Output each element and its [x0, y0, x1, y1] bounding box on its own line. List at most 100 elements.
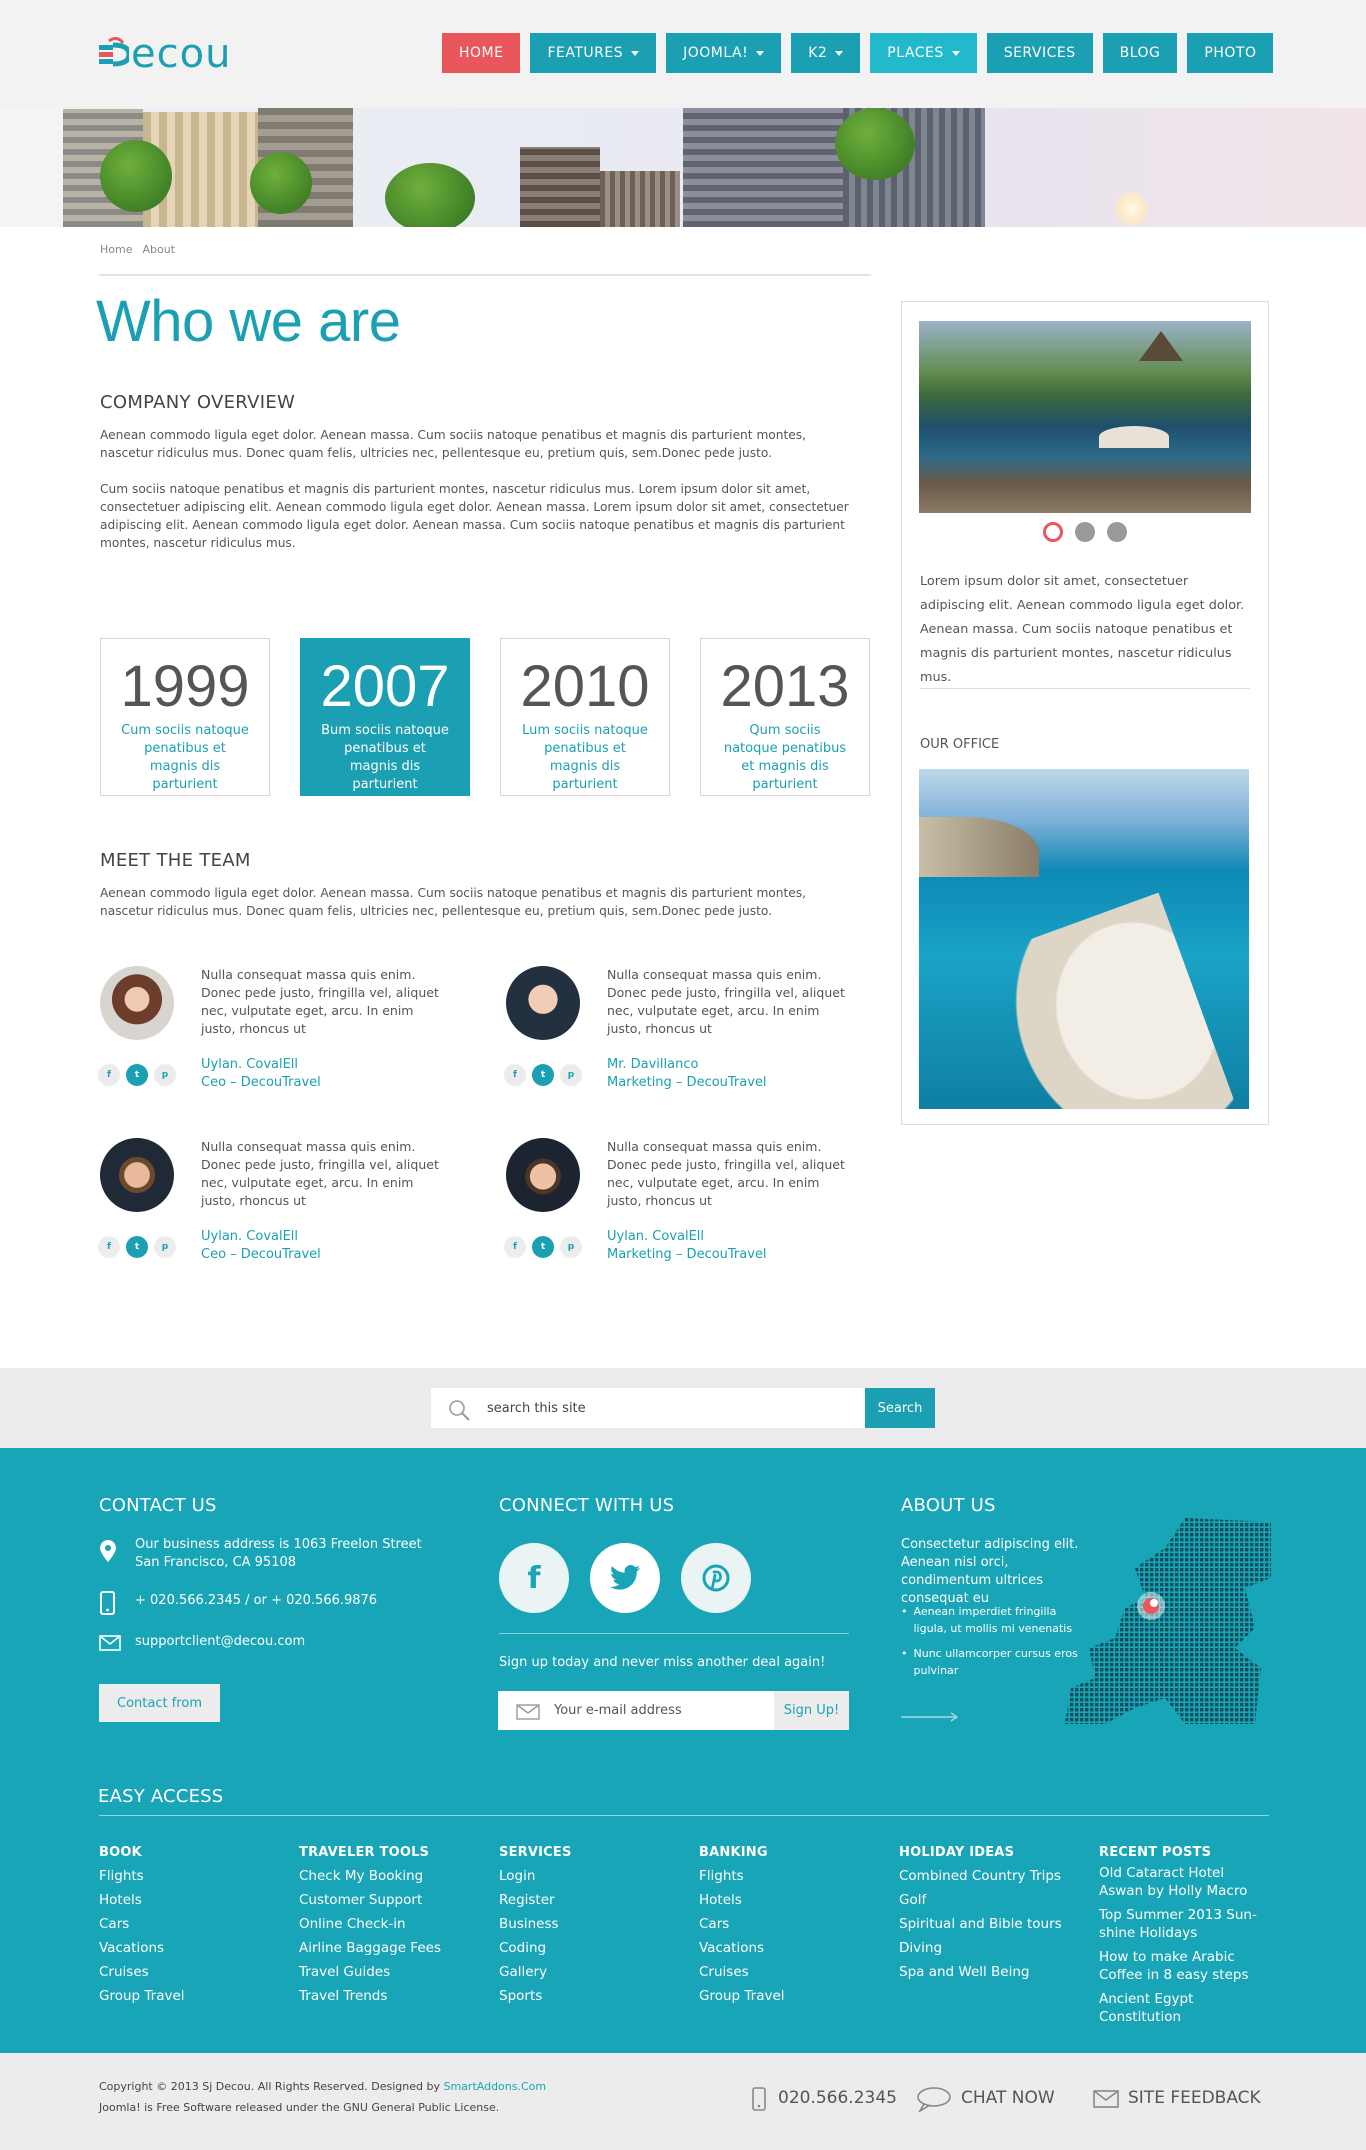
facebook-icon[interactable]: f: [504, 1236, 526, 1258]
easy-access-link[interactable]: Register: [499, 1888, 689, 1912]
easy-access-link[interactable]: Golf: [899, 1888, 1089, 1912]
team-member-avatar: [506, 966, 580, 1040]
easy-access-link[interactable]: Travel Guides: [299, 1960, 489, 1984]
logo-text: ecou: [131, 31, 232, 77]
office-image: [919, 769, 1249, 1109]
team-member-bio: Nulla consequat massa quis enim. Donec p…: [607, 1139, 845, 1208]
team-member-name[interactable]: Uylan. CovalEll: [201, 1056, 298, 1074]
site-logo[interactable]: ecou: [99, 30, 231, 78]
slider-dot[interactable]: [1075, 522, 1095, 542]
easy-access-link[interactable]: Old Cataract Hotel Aswan by Holly Macro: [1099, 1864, 1271, 1900]
easy-access-column: TRAVELER TOOLS Check My Booking Customer S…: [299, 1845, 489, 2008]
nav-item-features[interactable]: FEATURES: [530, 33, 657, 73]
search-button[interactable]: Search: [865, 1388, 935, 1428]
pinterest-icon[interactable]: p: [154, 1236, 176, 1258]
easy-access-link[interactable]: Business: [499, 1912, 689, 1936]
contact-phone: + 020.566.2345 / or + 020.566.9876: [135, 1593, 378, 1608]
easy-access-link[interactable]: Ancient Egypt Constitution: [1099, 1990, 1271, 2026]
easy-access-link[interactable]: Login: [499, 1864, 689, 1888]
easy-access-column-title: HOLIDAY IDEAS: [899, 1845, 1015, 1860]
milestone-text: Cum sociis natoque penatibus et magnis d…: [121, 723, 249, 792]
easy-access-link[interactable]: Customer Support: [299, 1888, 489, 1912]
easy-access-link[interactable]: Check My Booking: [299, 1864, 489, 1888]
easy-access-link[interactable]: Flights: [99, 1864, 289, 1888]
nav-item-label: JOOMLA!: [683, 45, 749, 61]
copyright-text: Copyright © 2013 Sj Decou. All Rights Re…: [99, 2080, 546, 2093]
easy-access-link[interactable]: Airline Baggage Fees: [299, 1936, 489, 1960]
easy-access-link[interactable]: How to make Arabic Coffee in 8 easy step…: [1099, 1948, 1271, 1984]
slider-dot-active[interactable]: [1043, 522, 1063, 542]
easy-access-link[interactable]: Hotels: [699, 1888, 889, 1912]
contact-email[interactable]: supportclient@decou.com: [135, 1633, 305, 1651]
twitter-icon[interactable]: [590, 1543, 660, 1613]
facebook-icon[interactable]: f: [499, 1543, 569, 1613]
twitter-icon[interactable]: t: [532, 1064, 554, 1086]
easy-access-link[interactable]: Travel Trends: [299, 1984, 489, 2008]
signup-button[interactable]: Sign Up!: [774, 1691, 849, 1730]
facebook-icon[interactable]: f: [504, 1064, 526, 1086]
easy-access-column: HOLIDAY IDEAS Combined Country Trips Golf S…: [899, 1845, 1089, 1984]
easy-access-link[interactable]: Coding: [499, 1936, 689, 1960]
newsletter-email-input[interactable]: Your e-mail address: [498, 1691, 774, 1730]
easy-access-link[interactable]: Cars: [699, 1912, 889, 1936]
milestone-year: 2013: [720, 654, 850, 719]
slider-dots: [1043, 522, 1127, 542]
twitter-icon[interactable]: t: [126, 1064, 148, 1086]
pinterest-icon[interactable]: [681, 1543, 751, 1613]
easy-access-link[interactable]: Combined Country Trips: [899, 1864, 1089, 1888]
easy-access-link[interactable]: Cruises: [99, 1960, 289, 1984]
nav-item-joomla[interactable]: JOOMLA!: [666, 33, 782, 73]
nav-item-places[interactable]: PLACES: [870, 33, 977, 73]
nav-item-blog[interactable]: BLOG: [1102, 33, 1178, 73]
chat-now-link[interactable]: CHAT NOW: [961, 2088, 1055, 2108]
team-member-bio: Nulla consequat massa quis enim. Donec p…: [201, 967, 439, 1036]
arrow-right-icon[interactable]: [901, 1712, 959, 1722]
easy-access-link[interactable]: Vacations: [699, 1936, 889, 1960]
nav-item-photo[interactable]: PHOTO: [1187, 33, 1274, 73]
nav-item-home[interactable]: HOME: [442, 33, 521, 73]
contact-form-button[interactable]: Contact from: [99, 1684, 220, 1722]
slider-dot[interactable]: [1107, 522, 1127, 542]
site-feedback-link[interactable]: SITE FEEDBACK: [1128, 2088, 1261, 2108]
milestone-card: 2010 Lum sociis natoque penatibus et mag…: [500, 638, 670, 796]
easy-access-link[interactable]: Vacations: [99, 1936, 289, 1960]
facebook-icon[interactable]: f: [98, 1064, 120, 1086]
pinterest-icon[interactable]: p: [154, 1064, 176, 1086]
twitter-icon[interactable]: t: [126, 1236, 148, 1258]
nav-item-label: FEATURES: [547, 45, 624, 61]
easy-access-link[interactable]: Diving: [899, 1936, 1089, 1960]
breadcrumb-home[interactable]: Home: [100, 243, 132, 256]
nav-item-services[interactable]: SERVICES: [986, 33, 1093, 73]
easy-access-link[interactable]: Sports: [499, 1984, 689, 2008]
easy-access-link[interactable]: Hotels: [99, 1888, 289, 1912]
easy-access-link[interactable]: Spiritual and Bible tours: [899, 1912, 1089, 1936]
easy-access-link[interactable]: Group Travel: [99, 1984, 289, 2008]
easy-access-link[interactable]: Flights: [699, 1864, 889, 1888]
twitter-icon[interactable]: t: [532, 1236, 554, 1258]
milestone-card: 2013 Qum sociis natoque penatibus et mag…: [700, 638, 870, 796]
newsletter-email-placeholder: Your e-mail address: [554, 1703, 682, 1718]
team-member-name[interactable]: Uylan. CovalEll: [607, 1228, 704, 1246]
nav-item-label: K2: [808, 45, 828, 61]
milestone-text: Lum sociis natoque penatibus et magnis d…: [522, 723, 648, 792]
easy-access-link[interactable]: Top Summer 2013 Sun-shine Holidays: [1099, 1906, 1271, 1942]
easy-access-column: BANKING Flights Hotels Cars Vacations Cruises…: [699, 1845, 889, 2008]
designer-link[interactable]: SmartAddons.Com: [443, 2080, 546, 2093]
easy-access-link[interactable]: Group Travel: [699, 1984, 889, 2008]
easy-access-link[interactable]: Spa and Well Being: [899, 1960, 1089, 1984]
site-search-input[interactable]: search this site: [431, 1388, 865, 1428]
easy-access-link[interactable]: Online Check-in: [299, 1912, 489, 1936]
pinterest-icon[interactable]: p: [560, 1064, 582, 1086]
easy-access-link[interactable]: Cruises: [699, 1960, 889, 1984]
facebook-icon[interactable]: f: [98, 1236, 120, 1258]
pinterest-icon[interactable]: p: [560, 1236, 582, 1258]
easy-access-column-title: SERVICES: [499, 1845, 572, 1860]
team-member-name[interactable]: Uylan. CovalEll: [201, 1228, 298, 1246]
our-office-heading: OUR OFFICE: [920, 737, 1000, 752]
easy-access-link[interactable]: Gallery: [499, 1960, 689, 1984]
nav-item-k2[interactable]: K2: [791, 33, 861, 73]
team-member-name[interactable]: Mr. Davillanco: [607, 1056, 698, 1074]
team-member-socials: f t p: [504, 1236, 582, 1258]
chevron-down-icon: [835, 50, 844, 56]
easy-access-link[interactable]: Cars: [99, 1912, 289, 1936]
